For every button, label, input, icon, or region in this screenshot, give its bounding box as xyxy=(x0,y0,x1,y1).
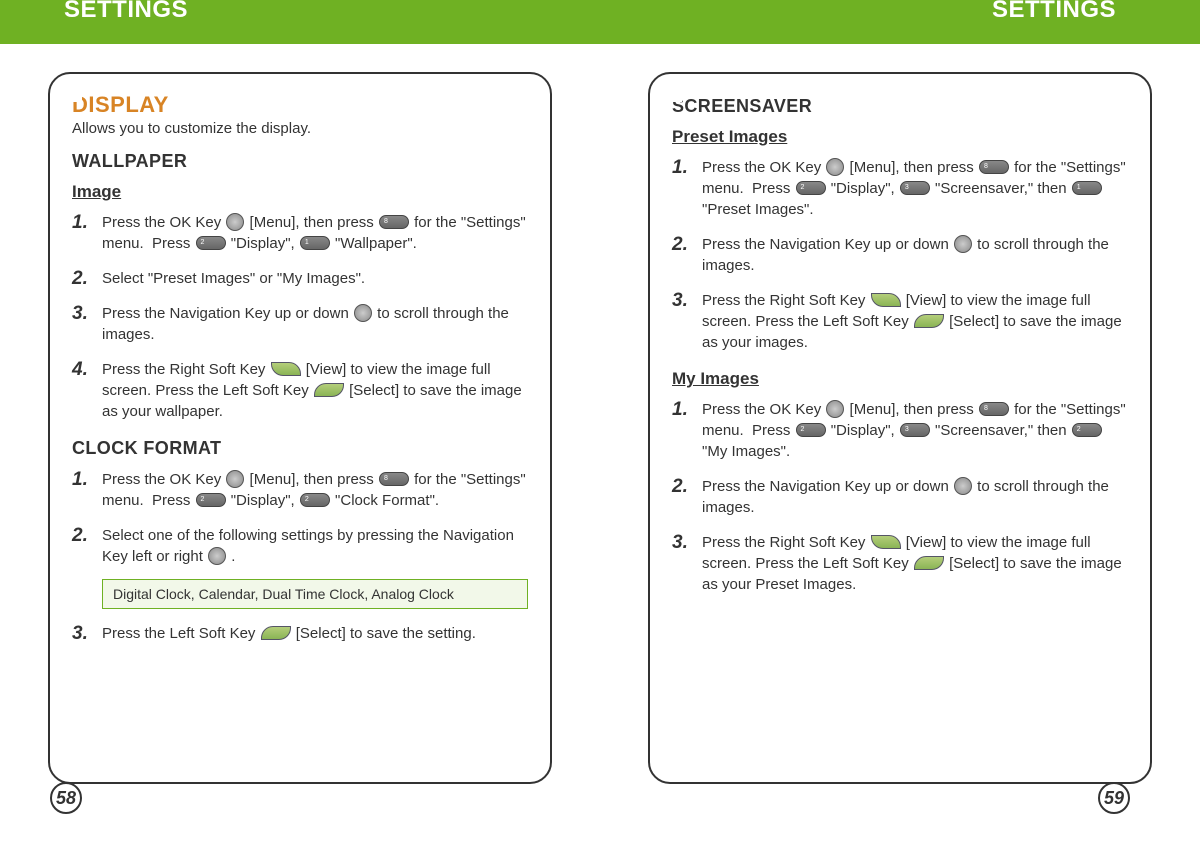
heading-preset-images: Preset Images xyxy=(672,127,1128,147)
num-key-icon: 2 xyxy=(1072,423,1102,437)
num-key-icon: 2 xyxy=(196,493,226,507)
step: Press the Right Soft Key [View] to view … xyxy=(672,532,1128,595)
steps-image: Press the OK Key [Menu], then press 8 fo… xyxy=(72,212,528,422)
left-soft-key-icon xyxy=(914,556,944,570)
clock-options-box: Digital Clock, Calendar, Dual Time Clock… xyxy=(102,579,528,609)
num-key-icon: 8 xyxy=(979,402,1009,416)
nav-key-icon xyxy=(954,235,972,253)
num-key-icon: 3 xyxy=(900,181,930,195)
header-title-left: SETTINGS xyxy=(64,0,188,24)
right-soft-key-icon xyxy=(871,535,901,549)
step: Press the Navigation Key up or down to s… xyxy=(672,476,1128,518)
step: Press the OK Key [Menu], then press 8 fo… xyxy=(672,157,1128,220)
section-subtitle: Allows you to customize the display. xyxy=(72,120,528,137)
left-soft-key-icon xyxy=(261,626,291,640)
num-key-icon: 8 xyxy=(979,160,1009,174)
step: Press the OK Key [Menu], then press 8 fo… xyxy=(72,469,528,511)
step: Press the Left Soft Key [Select] to save… xyxy=(72,623,528,644)
num-key-icon: 2 xyxy=(796,423,826,437)
page-number-right: 59 xyxy=(1098,782,1130,814)
left-soft-key-icon xyxy=(314,383,344,397)
heading-image: Image xyxy=(72,182,528,202)
step: Press the Right Soft Key [View] to view … xyxy=(72,359,528,422)
nav-key-icon xyxy=(954,477,972,495)
num-key-icon: 1 xyxy=(1072,181,1102,195)
nav-key-icon xyxy=(354,304,372,322)
ok-key-icon xyxy=(226,470,244,488)
num-key-icon: 2 xyxy=(300,493,330,507)
ok-key-icon xyxy=(826,400,844,418)
step: Press the OK Key [Menu], then press 8 fo… xyxy=(72,212,528,254)
step: Press the OK Key [Menu], then press 8 fo… xyxy=(672,399,1128,462)
right-soft-key-icon xyxy=(871,293,901,307)
step: Press the Navigation Key up or down to s… xyxy=(672,234,1128,276)
content-card-right: SCREENSAVER Preset Images Press the OK K… xyxy=(648,72,1152,784)
heading-wallpaper: WALLPAPER xyxy=(72,151,528,172)
step: Select one of the following settings by … xyxy=(72,525,528,567)
num-key-icon: 8 xyxy=(379,472,409,486)
section-title-display: DISPLAY xyxy=(72,92,528,118)
heading-clock-format: CLOCK FORMAT xyxy=(72,438,528,459)
heading-screensaver: SCREENSAVER xyxy=(672,96,1128,117)
page-left: DISPLAY Allows you to customize the disp… xyxy=(48,72,552,784)
step: Press the Right Soft Key [View] to view … xyxy=(672,290,1128,353)
header-bar: SETTINGS SETTINGS xyxy=(0,0,1200,44)
ok-key-icon xyxy=(226,213,244,231)
content-card-left: DISPLAY Allows you to customize the disp… xyxy=(48,72,552,784)
ok-key-icon xyxy=(826,158,844,176)
num-key-icon: 1 xyxy=(300,236,330,250)
steps-myimages: Press the OK Key [Menu], then press 8 fo… xyxy=(672,399,1128,595)
right-soft-key-icon xyxy=(271,362,301,376)
heading-my-images: My Images xyxy=(672,369,1128,389)
step: Press the Navigation Key up or down to s… xyxy=(72,303,528,345)
page-number-left: 58 xyxy=(50,782,82,814)
nav-key-icon xyxy=(208,547,226,565)
steps-clock: Press the OK Key [Menu], then press 8 fo… xyxy=(72,469,528,567)
step: Select "Preset Images" or "My Images". xyxy=(72,268,528,289)
num-key-icon: 8 xyxy=(379,215,409,229)
left-soft-key-icon xyxy=(914,314,944,328)
header-title-right: SETTINGS xyxy=(992,0,1116,24)
num-key-icon: 3 xyxy=(900,423,930,437)
page-right: SCREENSAVER Preset Images Press the OK K… xyxy=(648,72,1152,784)
num-key-icon: 2 xyxy=(196,236,226,250)
steps-clock-cont: Press the Left Soft Key [Select] to save… xyxy=(72,623,528,644)
num-key-icon: 2 xyxy=(796,181,826,195)
steps-preset: Press the OK Key [Menu], then press 8 fo… xyxy=(672,157,1128,353)
